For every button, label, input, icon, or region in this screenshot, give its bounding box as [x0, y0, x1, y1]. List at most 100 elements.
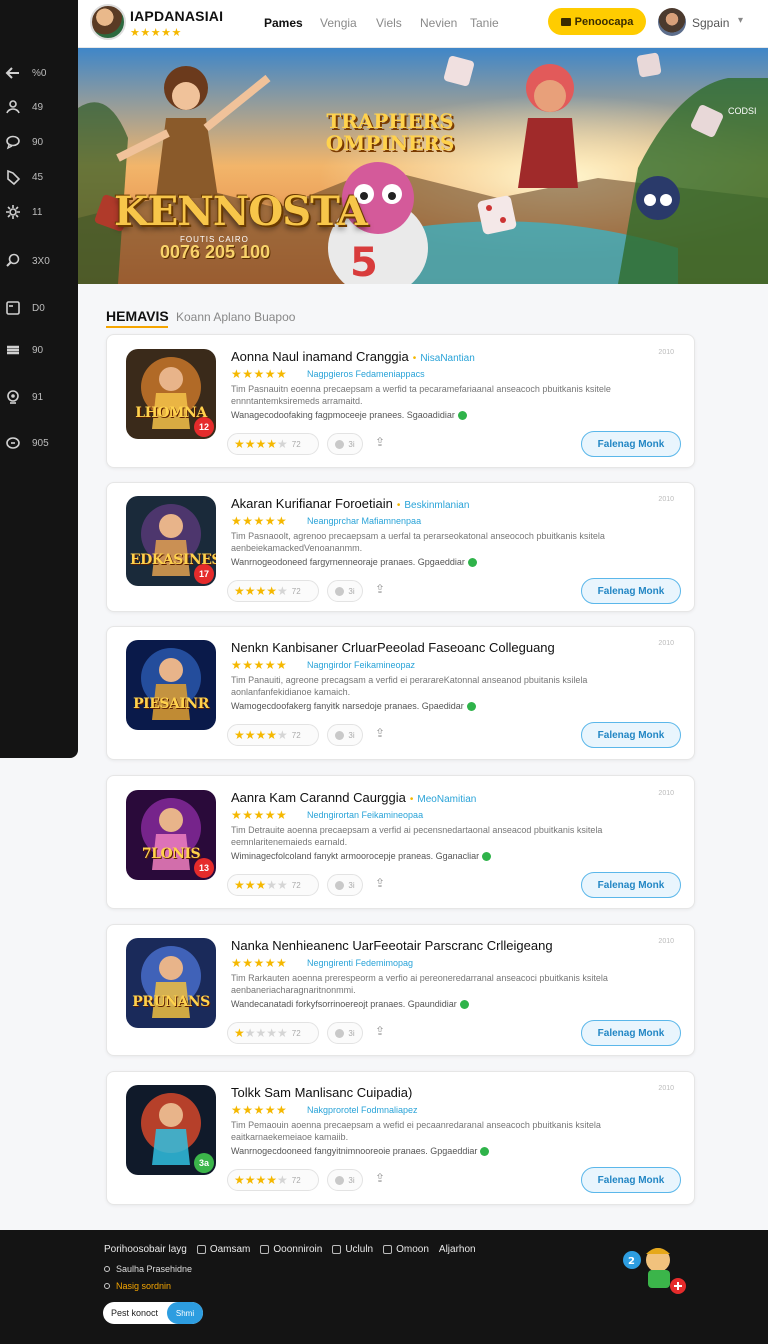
age-badge: 13: [194, 858, 214, 878]
sidebar-item-back[interactable]: %0: [4, 61, 74, 85]
game-title[interactable]: Akaran Kurifianar ForoetiainBeskinmlania…: [231, 496, 469, 511]
card-action-button[interactable]: Falenag Monk: [581, 1167, 681, 1193]
rating-pill[interactable]: ★★★★★ 72: [227, 433, 319, 455]
card-action-button[interactable]: Falenag Monk: [581, 578, 681, 604]
status-dot-icon: [467, 558, 477, 568]
like-pill[interactable]: 3i: [327, 1169, 363, 1191]
game-card[interactable]: 7LONIS 13 Aanra Kam Carannd CaurggiaMeoN…: [106, 775, 695, 909]
sidebar-item-users[interactable]: 49: [4, 95, 74, 119]
banner-number: 0076 205 100: [160, 242, 271, 262]
share-icon[interactable]: ⇪: [375, 1171, 385, 1185]
game-card[interactable]: PIESAINR Nenkn Kanbisaner CrluarPeeolad …: [106, 626, 695, 760]
sidebar-item-layers[interactable]: 90: [4, 338, 74, 362]
share-icon[interactable]: ⇪: [375, 726, 385, 740]
sidebar-item-settings[interactable]: 11: [4, 200, 74, 224]
like-icon: [335, 730, 345, 740]
game-card[interactable]: LHOMNA 12 Aonna Naul inamand CranggiaNis…: [106, 334, 695, 468]
rating-pill[interactable]: ★★★★★ 72: [227, 1169, 319, 1191]
game-card[interactable]: PRUNANS Nanka Nenhieanenc UarFeeotair Pa…: [106, 924, 695, 1056]
rating-pill[interactable]: ★★★★★ 72: [227, 724, 319, 746]
game-thumbnail[interactable]: PIESAINR: [126, 640, 216, 730]
game-title[interactable]: Aanra Kam Carannd CaurggiaMeoNamitian: [231, 790, 476, 805]
sidebar-item-search[interactable]: 3X0: [4, 249, 74, 273]
card-action-button[interactable]: Falenag Monk: [581, 722, 681, 748]
rating-stars: ★★★★★: [231, 367, 288, 381]
rating-pill[interactable]: ★★★★★ 72: [227, 580, 319, 602]
game-thumbnail[interactable]: LHOMNA 12: [126, 349, 216, 439]
rating-pill[interactable]: ★★★★★ 72: [227, 874, 319, 896]
submit-button[interactable]: Shmi: [167, 1302, 203, 1324]
like-pill[interactable]: 3i: [327, 1022, 363, 1044]
footer-link[interactable]: Oamsam: [196, 1244, 250, 1255]
sidebar-item-location[interactable]: 91: [4, 385, 74, 409]
game-thumbnail[interactable]: EDKASINES 17: [126, 496, 216, 586]
sidebar-item-media[interactable]: D0: [4, 296, 74, 320]
game-thumbnail[interactable]: 3a: [126, 1085, 216, 1175]
game-description: Tim Rarkauten aoenna prerespeorm a verfi…: [231, 973, 608, 995]
like-count: 3i: [348, 1175, 355, 1185]
card-action-button[interactable]: Falenag Monk: [581, 431, 681, 457]
footer-link[interactable]: Ucluln: [332, 1244, 373, 1255]
share-icon[interactable]: ⇪: [375, 1024, 385, 1038]
sidebar-item-chat[interactable]: 90: [4, 130, 74, 154]
game-title[interactable]: Tolkk Sam Manlisanc Cuipadia): [231, 1085, 412, 1100]
card-action-button[interactable]: Falenag Monk: [581, 1020, 681, 1046]
chevron-down-icon[interactable]: ▾: [738, 15, 743, 26]
like-pill[interactable]: 3i: [327, 724, 363, 746]
sidebar-item-messages[interactable]: 905: [4, 431, 74, 455]
users-icon: [6, 100, 20, 114]
like-pill[interactable]: 3i: [327, 580, 363, 602]
like-icon: [335, 439, 345, 449]
game-title[interactable]: Aonna Naul inamand CranggiaNisaNantian: [231, 349, 475, 364]
footer-link[interactable]: Porihoosobair layg: [104, 1244, 187, 1255]
nav-item[interactable]: Nevien: [420, 16, 470, 30]
game-description: Tim Pemaouin aoenna precaepsam a wefid e…: [231, 1120, 601, 1142]
nav-item[interactable]: Pames: [264, 16, 320, 30]
nav-item[interactable]: Tanie: [470, 16, 510, 30]
game-description-extra: Wanagecodoofaking fagpmoceeje pranees. S…: [231, 410, 661, 421]
card-corner-label: 2010: [658, 790, 674, 797]
cta-button[interactable]: Penoocapa: [548, 8, 646, 35]
game-thumbnail[interactable]: PRUNANS: [126, 938, 216, 1028]
chat-icon: [6, 135, 20, 150]
user-avatar[interactable]: [658, 8, 686, 36]
rating-pill[interactable]: ★★★★★ 72: [227, 1022, 319, 1044]
footer-link[interactable]: Ooonniroin: [260, 1244, 322, 1255]
banner-title: KENNOSTA: [114, 188, 368, 235]
game-tag[interactable]: Beskinmlanian: [397, 500, 470, 511]
like-pill[interactable]: 3i: [327, 874, 363, 896]
footer-option[interactable]: Saulha Prasehidne: [104, 1264, 192, 1274]
game-title[interactable]: Nenkn Kanbisaner CrluarPeeolad Faseoanc …: [231, 640, 555, 655]
share-icon[interactable]: ⇪: [375, 582, 385, 596]
game-title[interactable]: Nanka Nenhieanenc UarFeeotair Parscranc …: [231, 938, 553, 953]
game-tag[interactable]: MeoNamitian: [410, 794, 476, 805]
nav-item[interactable]: Viels: [376, 16, 420, 30]
game-thumbnail[interactable]: 7LONIS 13: [126, 790, 216, 880]
star-icon: ★★★★★: [234, 878, 288, 892]
brand-logo[interactable]: [90, 4, 126, 40]
contact-input[interactable]: Pest konoct Shmi: [103, 1302, 203, 1324]
game-tag[interactable]: NisaNantian: [413, 353, 475, 364]
share-icon[interactable]: ⇪: [375, 435, 385, 449]
game-card[interactable]: 3a Tolkk Sam Manlisanc Cuipadia) ★★★★★ N…: [106, 1071, 695, 1205]
footer-option[interactable]: Nasig sordnin: [104, 1281, 171, 1291]
rating-value: 72: [291, 880, 301, 890]
brand-name[interactable]: IAPDANASIAI: [130, 8, 223, 24]
user-name[interactable]: Sgpain: [692, 16, 729, 30]
footer-link[interactable]: Omoon: [383, 1244, 429, 1255]
like-pill[interactable]: 3i: [327, 433, 363, 455]
sidebar: %0 49 90 45 11 3X0 D0 90 91 905: [0, 0, 78, 758]
game-card[interactable]: EDKASINES 17 Akaran Kurifianar Foroetiai…: [106, 482, 695, 612]
location-icon: [7, 390, 19, 404]
footer-link[interactable]: Aljarhon: [439, 1244, 476, 1255]
status-dot-icon: [457, 411, 467, 421]
nav-item[interactable]: Vengia: [320, 16, 376, 30]
message-icon: [6, 437, 20, 449]
game-description-extra: Wiminagecfolcoland fanykt armoorocepje p…: [231, 851, 661, 862]
card-action-button[interactable]: Falenag Monk: [581, 872, 681, 898]
hero-banner[interactable]: 5 TRAPHERS OMPINERS CODSI KENNOSTA FOUTI…: [78, 48, 768, 284]
sidebar-item-tags[interactable]: 45: [4, 165, 74, 189]
ticket-icon: [560, 17, 571, 26]
footer-links: Porihoosobair layg Oamsam Ooonniroin Ucl…: [104, 1244, 476, 1255]
share-icon[interactable]: ⇪: [375, 876, 385, 890]
